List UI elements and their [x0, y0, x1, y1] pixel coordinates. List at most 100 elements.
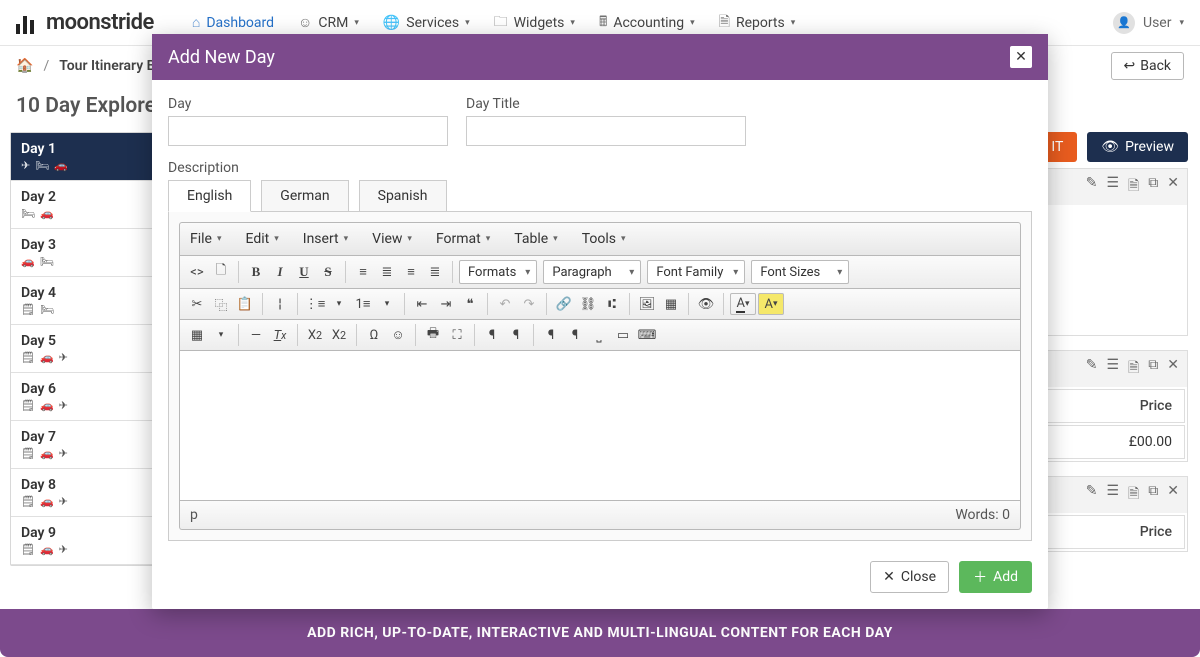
pagebreak-icon[interactable]: ¦ — [269, 293, 291, 315]
insert-datetime-icon[interactable]: ⌨ — [636, 324, 658, 346]
align-justify-icon[interactable]: ≣ — [424, 261, 446, 283]
breadcrumb-item[interactable]: Tour Itinerary B — [59, 58, 155, 74]
number-caret-icon[interactable]: ▾ — [376, 293, 398, 315]
list-icon[interactable]: ☰ — [1106, 483, 1119, 507]
add-button[interactable]: ＋ Add — [959, 561, 1032, 593]
nav-label: Dashboard — [206, 15, 274, 31]
paste-icon[interactable]: 📋 — [234, 293, 256, 315]
fontfamily-select[interactable]: Font Family — [647, 260, 745, 284]
list-icon[interactable]: ☰ — [1106, 175, 1119, 199]
hr-icon[interactable]: — — [245, 324, 267, 346]
bullet-list-icon[interactable]: ⋮≡ — [304, 293, 326, 315]
number-list-icon[interactable]: 1≡ — [352, 293, 374, 315]
preview-icon[interactable]: 👁 — [695, 293, 717, 315]
indent-icon[interactable]: ⇥ — [435, 293, 457, 315]
bullet-caret-icon[interactable]: ▾ — [328, 293, 350, 315]
delete-icon[interactable]: ✕ — [1167, 483, 1179, 507]
day-label: Day 2 — [21, 189, 169, 205]
edit-icon[interactable]: ✎ — [1086, 175, 1098, 199]
day-icons: ✈🛏🚗 — [21, 159, 169, 172]
show-invisible-icon[interactable]: ¶ — [564, 324, 586, 346]
textcolor-icon[interactable]: A ▾ — [730, 293, 756, 315]
menu-label: Tools — [582, 231, 616, 247]
service-icon: 🛏 — [40, 303, 54, 316]
lang-tab-english[interactable]: English — [168, 180, 251, 212]
anchor-icon[interactable]: ⑆ — [601, 293, 623, 315]
menu-view[interactable]: View▾ — [372, 231, 412, 247]
table-caret-icon[interactable]: ▾ — [210, 324, 232, 346]
doc-icon[interactable]: 🗎 — [1128, 483, 1139, 507]
nav-icon: 🗎 — [719, 11, 730, 35]
fontsizes-select[interactable]: Font Sizes — [751, 260, 849, 284]
italic-icon[interactable]: I — [269, 261, 291, 283]
day-input[interactable] — [168, 116, 448, 146]
table-icon[interactable]: ▦ — [186, 324, 208, 346]
nbsp-icon[interactable]: ⎵ — [588, 324, 610, 346]
image-icon[interactable]: 🖼 — [636, 293, 658, 315]
rtl-icon[interactable]: ¶ — [505, 324, 527, 346]
outdent-icon[interactable]: ⇤ — [411, 293, 433, 315]
source-code-icon[interactable]: <> — [186, 261, 208, 283]
editor-toolbar-row-3: ▦ ▾ — Tx X2 X2 Ω ☺ — [179, 320, 1021, 351]
menu-edit[interactable]: Edit▾ — [246, 231, 279, 247]
close-button[interactable]: ✕ Close — [870, 561, 949, 593]
lang-tab-spanish[interactable]: Spanish — [359, 180, 447, 212]
copy-icon[interactable]: ⧉ — [1148, 483, 1158, 507]
fullscreen-icon[interactable]: ⛶ — [446, 324, 468, 346]
formats-select[interactable]: Formats — [459, 260, 537, 284]
doc-icon[interactable]: 🗎 — [1128, 357, 1139, 381]
editor-textarea[interactable] — [179, 351, 1021, 501]
new-doc-icon[interactable]: 🗋 — [210, 261, 232, 283]
emoji-icon[interactable]: ☺ — [387, 324, 409, 346]
list-icon[interactable]: ☰ — [1106, 357, 1119, 381]
unlink-icon[interactable]: ⛓ — [577, 293, 599, 315]
underline-icon[interactable]: U — [293, 261, 315, 283]
edit-icon[interactable]: ✎ — [1086, 357, 1098, 381]
edit-icon[interactable]: ✎ — [1086, 483, 1098, 507]
menu-format[interactable]: Format▾ — [436, 231, 490, 247]
ltr-icon[interactable]: ¶ — [481, 324, 503, 346]
bold-icon[interactable]: B — [245, 261, 267, 283]
modal-close-button[interactable]: ✕ — [1010, 46, 1032, 68]
service-icon: 🚗 — [54, 159, 68, 172]
menu-insert[interactable]: Insert▾ — [303, 231, 348, 247]
clearformat-icon[interactable]: Tx — [269, 324, 291, 346]
lang-tab-german[interactable]: German — [261, 180, 348, 212]
back-button[interactable]: ↩ Back — [1111, 52, 1185, 80]
template-icon[interactable]: ▭ — [612, 324, 634, 346]
copy-icon[interactable]: ⧉ — [1148, 357, 1158, 381]
menu-file[interactable]: File▾ — [190, 231, 222, 247]
nav-label: Accounting — [613, 15, 684, 31]
copy-icon[interactable]: ⧉ — [1148, 175, 1158, 199]
cut-icon[interactable]: ✂ — [186, 293, 208, 315]
menu-tools[interactable]: Tools▾ — [582, 231, 626, 247]
subscript-icon[interactable]: X2 — [304, 324, 326, 346]
service-icon: 🛏 — [21, 207, 35, 220]
delete-icon[interactable]: ✕ — [1167, 175, 1179, 199]
align-center-icon[interactable]: ≣ — [376, 261, 398, 283]
paragraph-select[interactable]: Paragraph — [543, 260, 641, 284]
link-icon[interactable]: 🔗 — [553, 293, 575, 315]
bgcolor-icon[interactable]: A ▾ — [758, 293, 784, 315]
menu-table[interactable]: Table▾ — [514, 231, 557, 247]
strike-icon[interactable]: S — [317, 261, 339, 283]
preview-button[interactable]: 👁 Preview — [1087, 132, 1188, 162]
delete-icon[interactable]: ✕ — [1167, 357, 1179, 381]
undo-icon[interactable]: ↶ — [494, 293, 516, 315]
align-left-icon[interactable]: ≡ — [352, 261, 374, 283]
media-icon[interactable]: ▦ — [660, 293, 682, 315]
blockquote-icon[interactable]: ❝ — [459, 293, 481, 315]
copy-icon[interactable]: ⿻ — [210, 293, 232, 315]
print-icon[interactable]: 🖶 — [422, 324, 444, 346]
daytitle-input[interactable] — [466, 116, 746, 146]
redo-icon[interactable]: ↷ — [518, 293, 540, 315]
superscript-icon[interactable]: X2 — [328, 324, 350, 346]
align-right-icon[interactable]: ≡ — [400, 261, 422, 283]
user-menu[interactable]: 👤 User ▾ — [1113, 12, 1184, 34]
show-blocks-icon[interactable]: ¶ — [540, 324, 562, 346]
charmap-icon[interactable]: Ω — [363, 324, 385, 346]
doc-icon[interactable]: 🗎 — [1128, 175, 1139, 199]
home-icon[interactable]: 🏠 — [16, 58, 33, 74]
service-icon: ✈ — [59, 543, 68, 556]
menu-label: View — [372, 231, 402, 247]
